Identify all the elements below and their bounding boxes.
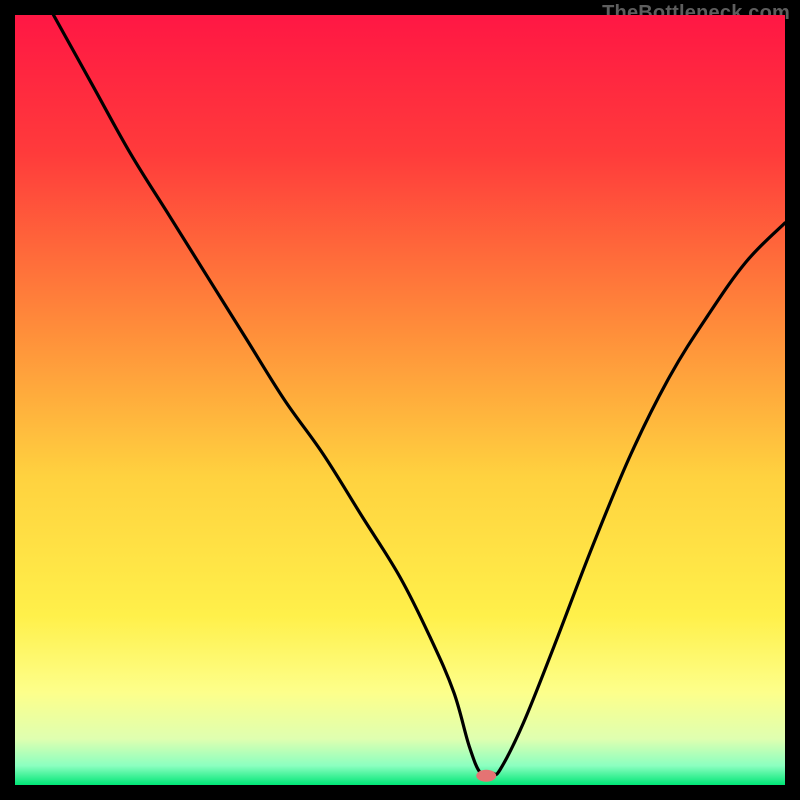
chart-frame: TheBottleneck.com: [0, 0, 800, 800]
gradient-background: [15, 15, 785, 785]
optimum-marker: [476, 770, 496, 782]
bottleneck-chart: [15, 15, 785, 785]
